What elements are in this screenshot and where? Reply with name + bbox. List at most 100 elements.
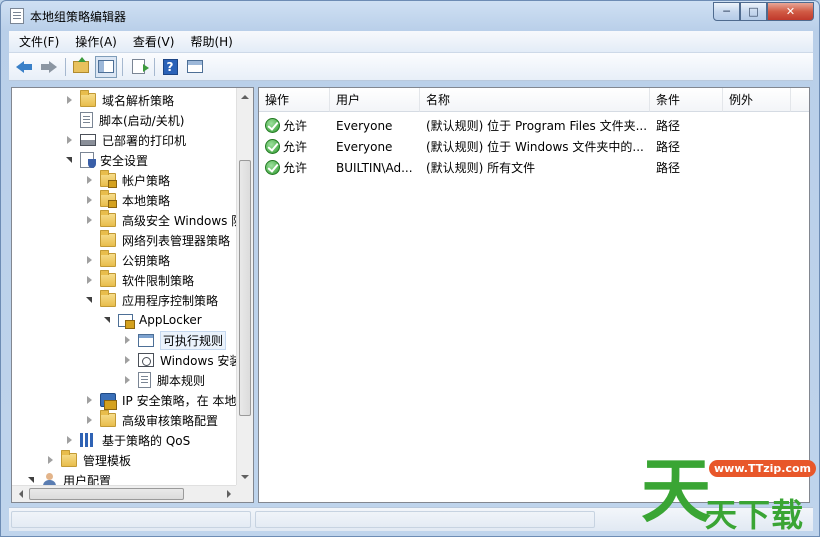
table-row[interactable]: 允许 Everyone (默认规则) 位于 Program Files 文件夹...… — [259, 115, 799, 136]
table-row[interactable]: 允许 BUILTIN\Ad... (默认规则) 所有文件 路径 — [259, 157, 799, 178]
help-icon: ? — [162, 58, 178, 75]
collapse-arrow-icon[interactable] — [102, 315, 112, 325]
folder-lock-icon — [100, 170, 117, 188]
scroll-down-button[interactable] — [237, 468, 253, 485]
toolbar-separator — [122, 57, 123, 76]
tree-horizontal-scrollbar[interactable] — [12, 485, 237, 502]
expand-arrow-icon[interactable] — [45, 455, 55, 465]
tree-item[interactable]: 脚本规则 — [122, 370, 205, 390]
tree-item[interactable]: 应用程序控制策略 — [84, 290, 218, 310]
cell-user: Everyone — [336, 136, 420, 157]
scroll-left-button[interactable] — [12, 486, 29, 502]
expand-arrow-icon[interactable] — [122, 335, 132, 345]
tree-item[interactable]: 已部署的打印机 — [64, 130, 186, 150]
tree-item[interactable]: 本地策略 — [84, 190, 170, 210]
cell-exception — [729, 115, 789, 136]
column-header-exception[interactable]: 例外 — [723, 88, 791, 112]
folder-icon — [100, 230, 116, 247]
tree-item-label: 脚本规则 — [157, 373, 206, 388]
help-button[interactable]: ? — [159, 56, 181, 78]
installer-rules-icon — [138, 353, 154, 367]
collapse-arrow-icon[interactable] — [84, 295, 94, 305]
menu-file[interactable]: 文件(F) — [9, 33, 67, 50]
tree-item-label: 域名解析策略 — [102, 93, 175, 108]
column-header-condition[interactable]: 条件 — [650, 88, 723, 112]
cell-action: 允许 — [265, 136, 327, 157]
tree-item[interactable]: 高级安全 Windows 防 — [84, 210, 243, 230]
script-icon — [138, 372, 151, 388]
tree-item[interactable]: Windows 安装 — [122, 350, 241, 370]
tree-item-label: 应用程序控制策略 — [122, 293, 219, 308]
tree-item[interactable]: IP 安全策略，在 本地计 — [84, 390, 248, 410]
export-list-button[interactable] — [127, 56, 149, 78]
horizontal-scroll-thumb[interactable] — [29, 488, 184, 500]
expand-arrow-icon[interactable] — [84, 395, 94, 405]
tree-item[interactable]: AppLocker — [102, 310, 202, 330]
tree-item-label: 基于策略的 QoS — [102, 433, 191, 448]
forward-button[interactable] — [38, 56, 60, 78]
tree-item-label: 软件限制策略 — [122, 273, 195, 288]
cell-exception — [729, 136, 789, 157]
expand-arrow-icon[interactable] — [122, 355, 132, 365]
tree-vertical-scrollbar[interactable] — [236, 88, 253, 485]
maximize-button[interactable]: □ — [740, 2, 767, 21]
tree-item[interactable]: 安全设置 — [64, 150, 148, 170]
menu-action[interactable]: 操作(A) — [67, 33, 125, 50]
allow-check-icon — [265, 139, 280, 154]
tree-item[interactable]: 域名解析策略 — [64, 90, 174, 110]
tree-item[interactable]: 高级审核策略配置 — [84, 410, 218, 430]
tree-item-label: 高级安全 Windows 防 — [122, 213, 244, 228]
expand-arrow-icon[interactable] — [64, 435, 74, 445]
scroll-right-button[interactable] — [220, 486, 237, 502]
cell-action: 允许 — [265, 157, 327, 178]
tree-item[interactable]: 管理模板 — [45, 450, 131, 470]
tree-item-label: 公钥策略 — [122, 253, 171, 268]
up-one-level-button[interactable] — [70, 56, 92, 78]
scroll-up-button[interactable] — [237, 88, 253, 105]
expand-arrow-icon[interactable] — [84, 175, 94, 185]
expand-arrow-icon[interactable] — [122, 375, 132, 385]
column-header-user[interactable]: 用户 — [330, 88, 420, 112]
tree-item[interactable]: 可执行规则 — [122, 330, 227, 350]
show-hide-tree-button[interactable] — [95, 55, 117, 78]
vertical-scroll-thumb[interactable] — [239, 160, 251, 416]
tree-item-label: 本地策略 — [122, 193, 171, 208]
column-header-name[interactable]: 名称 — [420, 88, 650, 112]
tree-item[interactable]: 脚本(启动/关机) — [64, 110, 184, 130]
tree-item-label: 可执行规则 — [160, 330, 227, 350]
back-button[interactable] — [13, 56, 35, 78]
cell-condition-text: 路径 — [656, 161, 681, 175]
title-bar[interactable]: 本地组策略编辑器 ─ □ ✕ — [1, 1, 819, 31]
folder-up-icon — [73, 56, 89, 73]
expand-arrow-icon[interactable] — [84, 255, 94, 265]
tree-item[interactable]: 帐户策略 — [84, 170, 170, 190]
minimize-button[interactable]: ─ — [713, 2, 740, 21]
properties-button[interactable] — [184, 56, 206, 78]
watermark-url: www.TTzip.com — [709, 460, 816, 477]
collapse-arrow-icon[interactable] — [26, 475, 36, 485]
folder-icon — [100, 410, 116, 427]
table-row[interactable]: 允许 Everyone (默认规则) 位于 Windows 文件夹中的... 路径 — [259, 136, 799, 157]
expand-arrow-icon[interactable] — [84, 195, 94, 205]
column-header-action[interactable]: 操作 — [259, 88, 330, 112]
expand-arrow-icon[interactable] — [84, 215, 94, 225]
cell-user-text: Everyone — [336, 139, 393, 154]
tree-item[interactable]: 基于策略的 QoS — [64, 430, 190, 450]
close-button[interactable]: ✕ — [767, 2, 814, 21]
expand-arrow-icon[interactable] — [64, 95, 74, 105]
tree-item[interactable]: 公钥策略 — [84, 250, 170, 270]
menu-view[interactable]: 查看(V) — [125, 33, 183, 50]
executable-rules-icon — [138, 333, 154, 347]
tree-item-label: 脚本(启动/关机) — [99, 113, 185, 128]
expand-arrow-icon[interactable] — [84, 275, 94, 285]
rules-list-pane[interactable]: 操作 用户 名称 条件 例外 允许 Everyone (默认规则) 位于 Progr… — [258, 87, 810, 503]
collapse-arrow-icon[interactable] — [64, 155, 74, 165]
tree-item[interactable]: 软件限制策略 — [84, 270, 194, 290]
tree-item[interactable]: 网络列表管理器策略 — [84, 230, 230, 250]
expand-arrow-icon[interactable] — [84, 415, 94, 425]
console-tree[interactable]: 域名解析策略 脚本(启动/关机) 已部署的打印机 安全设置 帐户策略本地策略高级安全 W… — [11, 87, 254, 503]
expand-arrow-icon[interactable] — [64, 135, 74, 145]
menu-help[interactable]: 帮助(H) — [182, 33, 240, 50]
back-arrow-icon — [16, 60, 32, 73]
show-hide-tree-icon — [98, 60, 114, 73]
